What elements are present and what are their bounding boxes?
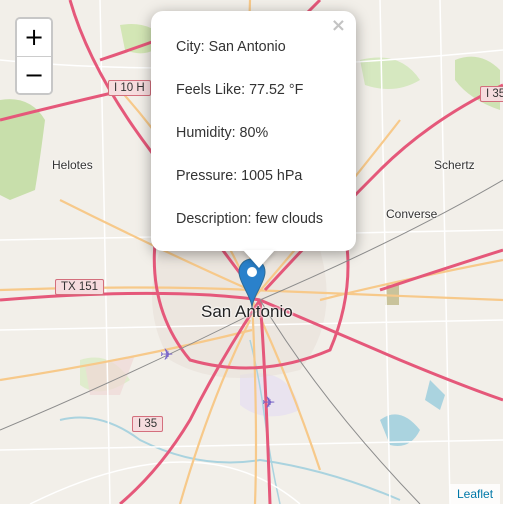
airport-icon: ✈	[262, 393, 275, 412]
popup-tip	[243, 250, 275, 268]
zoom-control: + −	[15, 17, 53, 95]
label-schertz: Schertz	[434, 158, 475, 172]
shield-i35-s: I 35	[132, 416, 164, 432]
label-helotes: Helotes	[52, 158, 93, 172]
popup-humidity: Humidity: 80%	[176, 125, 269, 141]
park-area	[360, 57, 420, 89]
label-converse: Converse	[386, 207, 438, 221]
shield-i10: I 10 H	[108, 80, 151, 96]
map-container[interactable]: ✈ ✈ Helotes Schertz Converse San Antonio…	[0, 0, 503, 504]
attribution-link[interactable]: Leaflet	[450, 484, 501, 504]
popup-close-button[interactable]: ×	[331, 15, 346, 36]
park-area	[455, 56, 500, 110]
popup-content: City: San Antonio Feels Like: 77.52 °F H…	[176, 39, 323, 254]
popup-city: City: San Antonio	[176, 39, 286, 55]
water-feature	[425, 380, 445, 410]
popup-feels-like: Feels Like: 77.52 °F	[176, 82, 304, 98]
zoom-out-button[interactable]: −	[17, 57, 51, 93]
popup-pressure: Pressure: 1005 hPa	[176, 168, 303, 184]
popup-description: Description: few clouds	[176, 211, 324, 227]
shield-i35-ne: I 35	[480, 86, 503, 102]
airport-icon: ✈	[160, 345, 173, 364]
river	[59, 416, 401, 501]
weather-popup: × City: San Antonio Feels Like: 77.52 °F…	[151, 11, 356, 251]
zoom-in-button[interactable]: +	[17, 19, 51, 57]
shield-tx151: TX 151	[55, 279, 105, 295]
